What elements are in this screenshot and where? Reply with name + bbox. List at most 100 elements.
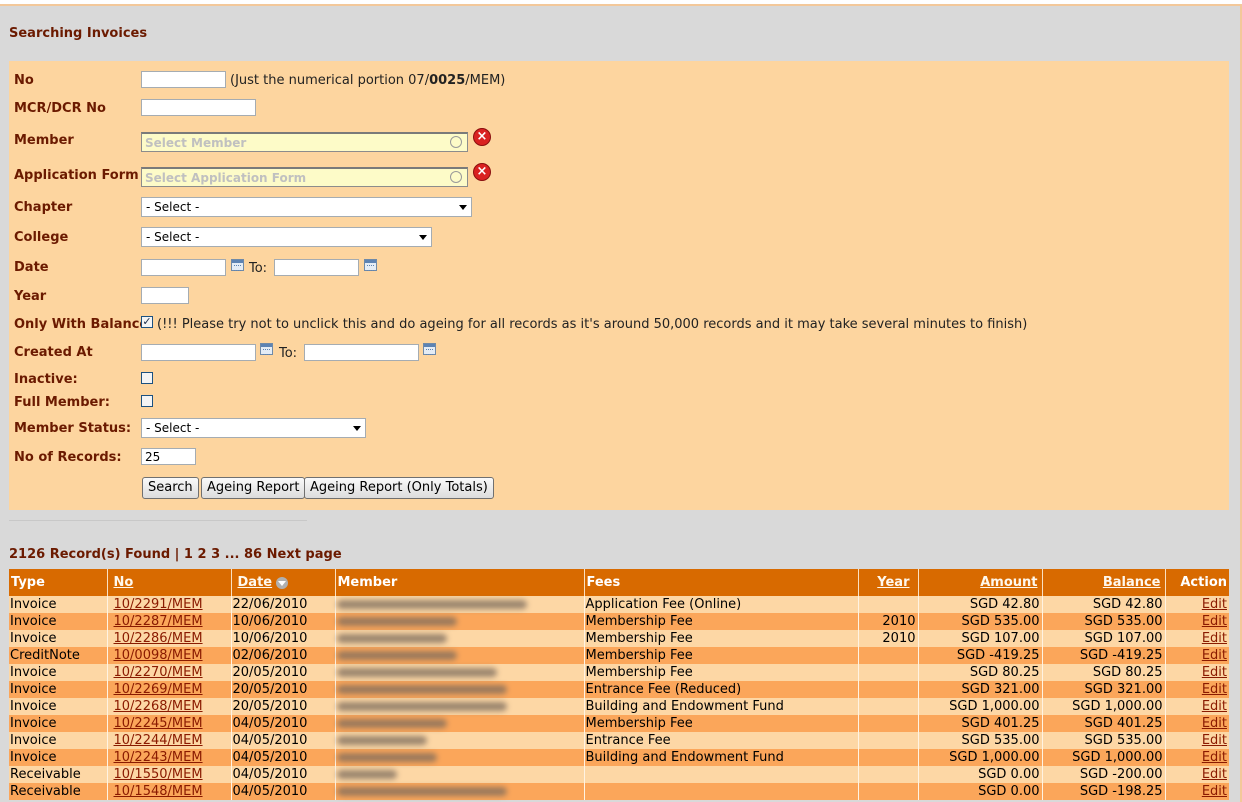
- year-input[interactable]: [141, 287, 189, 304]
- calendar-icon[interactable]: [423, 343, 436, 355]
- member-autocomplete[interactable]: Select Member: [141, 132, 468, 152]
- inactive-label: Inactive:: [14, 372, 78, 387]
- calendar-icon[interactable]: [364, 259, 377, 271]
- ageing-report-button[interactable]: Ageing Report: [201, 477, 306, 499]
- edit-link[interactable]: Edit: [1164, 715, 1229, 732]
- cell-balance: SGD 42.80: [1041, 596, 1165, 613]
- col-amount[interactable]: Amount: [917, 569, 1042, 596]
- table-row: CreditNote 10/0098/MEM 02/06/2010 Membershi…: [9, 647, 1229, 664]
- cell-no-link[interactable]: 10/0098/MEM: [106, 647, 231, 664]
- page-title: Searching Invoices: [9, 26, 148, 41]
- fullmember-checkbox[interactable]: [141, 395, 153, 407]
- edit-link[interactable]: Edit: [1164, 596, 1229, 613]
- edit-link[interactable]: Edit: [1164, 647, 1229, 664]
- date-from-input[interactable]: [141, 259, 226, 276]
- cell-amount: SGD 1,000.00: [917, 749, 1042, 766]
- cell-date: 02/06/2010: [230, 647, 335, 664]
- cell-amount: SGD 80.25: [917, 664, 1042, 681]
- col-balance[interactable]: Balance: [1041, 569, 1165, 596]
- edit-link[interactable]: Edit: [1164, 698, 1229, 715]
- cell-no-link[interactable]: 10/2244/MEM: [106, 732, 231, 749]
- divider: [9, 520, 307, 521]
- col-no[interactable]: No: [106, 569, 231, 596]
- cell-type: Invoice: [9, 715, 107, 732]
- redacted-member-name: [336, 600, 527, 609]
- date-to-input[interactable]: [274, 259, 359, 276]
- balance-checkbox[interactable]: ✓: [141, 316, 153, 328]
- redacted-member-name: [336, 617, 457, 626]
- edit-link[interactable]: Edit: [1164, 630, 1229, 647]
- redacted-member-name: [336, 685, 507, 694]
- calendar-icon[interactable]: [231, 259, 244, 271]
- edit-link[interactable]: Edit: [1164, 732, 1229, 749]
- clear-appform-icon[interactable]: ×: [473, 163, 491, 181]
- cell-no-link[interactable]: 10/2286/MEM: [106, 630, 231, 647]
- mcr-input[interactable]: [141, 99, 256, 116]
- cell-amount: SGD 401.25: [917, 715, 1042, 732]
- chapter-select[interactable]: - Select -: [141, 197, 472, 217]
- cell-type: Invoice: [9, 681, 107, 698]
- edit-link[interactable]: Edit: [1164, 766, 1229, 783]
- sort-desc-icon: [276, 576, 289, 589]
- edit-link[interactable]: Edit: [1164, 664, 1229, 681]
- search-button[interactable]: Search: [142, 477, 199, 499]
- edit-link[interactable]: Edit: [1164, 681, 1229, 698]
- edit-link[interactable]: Edit: [1164, 613, 1229, 630]
- created-from-input[interactable]: [141, 344, 256, 361]
- created-to-input[interactable]: [304, 344, 419, 361]
- table-row: Receivable 10/1550/MEM 04/05/2010 SGD 0.00 S…: [9, 766, 1229, 783]
- cell-amount: SGD 107.00: [917, 630, 1042, 647]
- cell-balance: SGD 80.25: [1041, 664, 1165, 681]
- year-label: Year: [14, 289, 47, 304]
- cell-no-link[interactable]: 10/2243/MEM: [106, 749, 231, 766]
- cell-type: Receivable: [9, 783, 107, 800]
- member-label: Member: [14, 133, 74, 148]
- sort-amount-link[interactable]: Amount: [980, 575, 1037, 590]
- cell-fees: Application Fee (Online): [583, 596, 858, 613]
- clear-member-icon[interactable]: ×: [473, 128, 491, 146]
- sort-balance-link[interactable]: Balance: [1103, 575, 1161, 590]
- cell-member: [334, 715, 584, 732]
- balance-label: Only With Balance: [14, 317, 149, 332]
- created-label: Created At: [14, 345, 93, 360]
- cell-balance: SGD -198.25: [1041, 783, 1165, 800]
- cell-year: [857, 783, 918, 800]
- cell-fees: Building and Endowment Fund: [583, 698, 858, 715]
- col-year[interactable]: Year: [857, 569, 918, 596]
- college-select[interactable]: - Select -: [141, 227, 432, 247]
- cell-member: [334, 647, 584, 664]
- cell-no-link[interactable]: 10/2245/MEM: [106, 715, 231, 732]
- records-input[interactable]: 25: [141, 448, 196, 465]
- sort-year-link[interactable]: Year: [877, 575, 909, 590]
- inactive-checkbox[interactable]: [141, 372, 153, 384]
- ageing-totals-button[interactable]: Ageing Report (Only Totals): [304, 477, 494, 499]
- no-input[interactable]: [141, 71, 226, 88]
- memberstatus-select[interactable]: - Select -: [141, 418, 366, 438]
- chapter-select-value: - Select -: [146, 200, 200, 214]
- memberstatus-select-value: - Select -: [146, 421, 200, 435]
- cell-no-link[interactable]: 10/2268/MEM: [106, 698, 231, 715]
- cell-type: Invoice: [9, 613, 107, 630]
- edit-link[interactable]: Edit: [1164, 749, 1229, 766]
- cell-no-link[interactable]: 10/1550/MEM: [106, 766, 231, 783]
- cell-no-link[interactable]: 10/2270/MEM: [106, 664, 231, 681]
- cell-balance: SGD 1,000.00: [1041, 698, 1165, 715]
- cell-no-link[interactable]: 10/2287/MEM: [106, 613, 231, 630]
- sort-date-link[interactable]: Date: [238, 575, 273, 590]
- edit-link[interactable]: Edit: [1164, 783, 1229, 800]
- cell-no-link[interactable]: 10/1548/MEM: [106, 783, 231, 800]
- cell-no-link[interactable]: 10/2291/MEM: [106, 596, 231, 613]
- col-date[interactable]: Date: [230, 569, 335, 596]
- chevron-down-icon: [419, 235, 427, 240]
- cell-no-link[interactable]: 10/2269/MEM: [106, 681, 231, 698]
- cell-member: [334, 698, 584, 715]
- cell-amount: SGD 535.00: [917, 613, 1042, 630]
- calendar-icon[interactable]: [260, 343, 273, 355]
- table-row: Invoice 10/2269/MEM 20/05/2010 Entrance Fee…: [9, 681, 1229, 698]
- appform-autocomplete[interactable]: Select Application Form: [141, 167, 468, 187]
- sort-no-link[interactable]: No: [114, 575, 134, 590]
- spinner-icon: [450, 171, 462, 183]
- cell-type: Invoice: [9, 664, 107, 681]
- college-label: College: [14, 230, 69, 245]
- cell-balance: SGD 107.00: [1041, 630, 1165, 647]
